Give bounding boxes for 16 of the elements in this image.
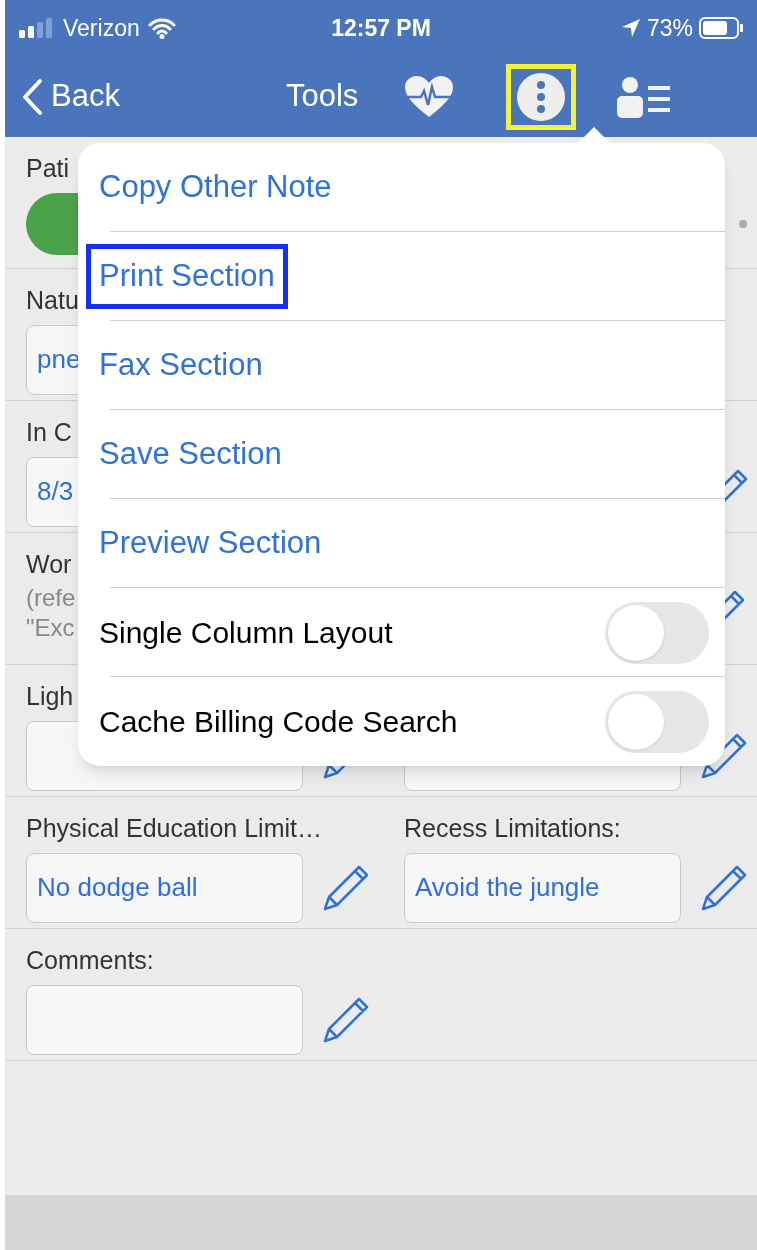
field-label: Comments: [26, 945, 155, 975]
clock-time: 12:57 PM [331, 13, 431, 43]
screen-title: Tools [285, 77, 359, 116]
field-label: Pati [26, 153, 71, 183]
menu-option-label: Cache Billing Code Search [99, 704, 458, 740]
battery-percent: 73% [646, 13, 693, 43]
note-text: "Exc [26, 613, 76, 643]
carrier-name: Verizon [63, 13, 140, 43]
field-label: Physical Education Limit… [26, 813, 323, 843]
field-label: Natu [26, 285, 80, 315]
note-text: (refe [26, 583, 76, 613]
menu-option-label: Single Column Layout [99, 615, 393, 651]
field-label: Wor [26, 549, 73, 579]
field-label: Ligh [26, 681, 75, 711]
field-label: Recess Limitations: [404, 813, 622, 843]
field-label: In C [26, 417, 73, 447]
